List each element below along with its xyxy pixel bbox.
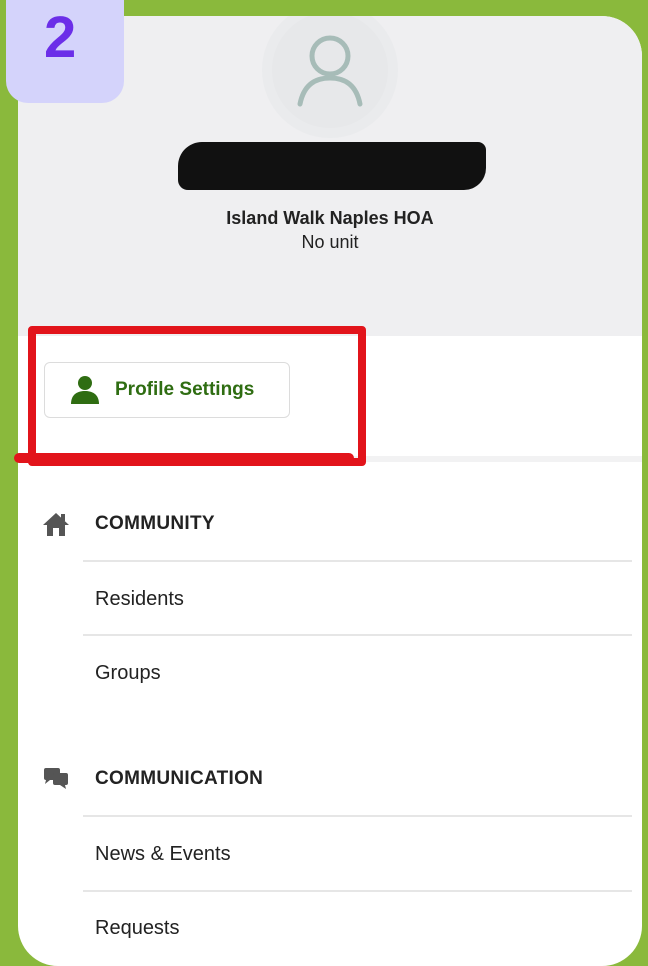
divider	[83, 815, 632, 817]
avatar[interactable]	[272, 16, 388, 128]
annotation-highlight-box	[28, 326, 366, 466]
step-number: 2	[44, 5, 77, 70]
menu-item-groups[interactable]: Groups	[95, 648, 632, 698]
divider	[83, 560, 632, 562]
redacted-name	[178, 142, 486, 190]
section-community: COMMUNITY	[18, 504, 642, 544]
step-badge: 2	[6, 0, 124, 103]
divider	[83, 890, 632, 892]
user-avatar-icon	[297, 35, 363, 107]
section-title: COMMUNITY	[95, 513, 215, 534]
app-screen: Island Walk Naples HOA No unit Profile S…	[18, 16, 642, 966]
menu-item-residents[interactable]: Residents	[95, 574, 632, 624]
home-icon	[42, 510, 70, 538]
section-title: COMMUNICATION	[95, 768, 264, 789]
org-name: Island Walk Naples HOA	[226, 208, 434, 228]
menu-item-news-events[interactable]: News & Events	[95, 829, 632, 879]
annotation-underline	[14, 453, 354, 463]
divider	[83, 634, 632, 636]
section-communication: COMMUNICATION	[18, 759, 642, 799]
chat-bubbles-icon	[42, 765, 70, 793]
unit-label: No unit	[301, 232, 359, 252]
